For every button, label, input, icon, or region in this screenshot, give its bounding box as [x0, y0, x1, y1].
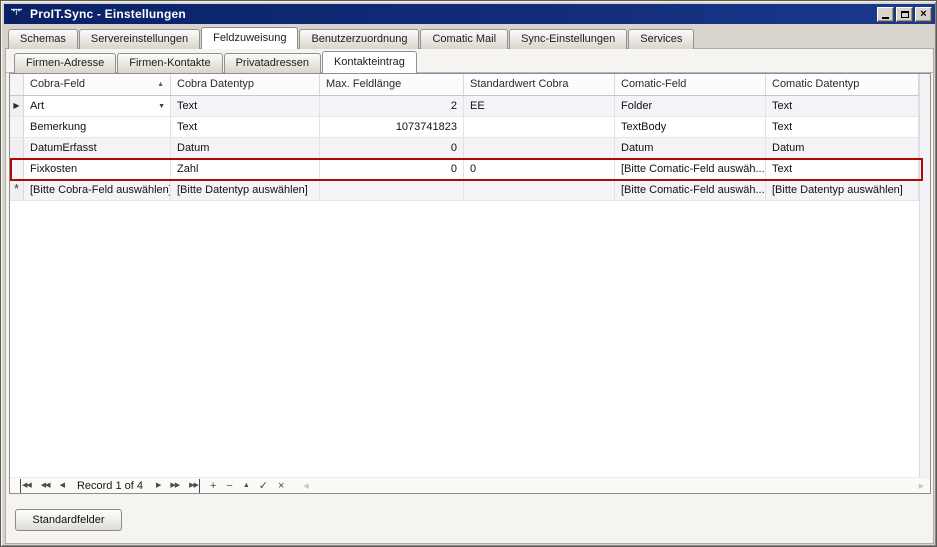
column-header-comatic-feld[interactable]: Comatic-Feld — [615, 74, 766, 95]
nav-first-button[interactable]: ◀◀ — [20, 478, 32, 493]
nav-edit-button[interactable]: ▲ — [243, 479, 250, 493]
cell-cobra-datentyp[interactable]: Text — [171, 117, 320, 137]
cell-comatic-datentyp[interactable]: Text — [766, 159, 919, 179]
new-row-indicator: * — [10, 180, 24, 200]
maximize-button[interactable] — [896, 7, 913, 22]
grid-header-row: Cobra-Feld ▲ Cobra Datentyp Max. Feldlän… — [10, 74, 930, 96]
cell-cobra-feld[interactable]: Fixkosten — [24, 159, 171, 179]
hscroll-right-arrow[interactable]: ▶ — [919, 482, 924, 490]
nav-cancel-button[interactable]: × — [278, 479, 284, 493]
cell-max-feldlaenge[interactable]: 0 — [320, 138, 464, 158]
field-mapping-grid: Cobra-Feld ▲ Cobra Datentyp Max. Feldlän… — [9, 73, 931, 494]
dropdown-icon[interactable]: ▼ — [158, 103, 165, 110]
table-row: Bemerkung Text 1073741823 TextBody Text — [10, 117, 930, 138]
table-row-new: * [Bitte Cobra-Feld auswählen] [Bitte Da… — [10, 180, 930, 201]
cell-standardwert-cobra[interactable] — [464, 138, 615, 158]
cell-comatic-feld[interactable]: TextBody — [615, 117, 766, 137]
app-icon — [11, 8, 22, 21]
hscroll-left-arrow[interactable]: ◀ — [303, 482, 308, 490]
cell-standardwert-cobra[interactable]: 0 — [464, 159, 615, 179]
table-row-highlighted: Fixkosten Zahl 0 0 [Bitte Comatic-Feld a… — [10, 159, 930, 180]
grid-right-filler — [919, 74, 930, 477]
column-header-max-feldlaenge[interactable]: Max. Feldlänge — [320, 74, 464, 95]
cell-comatic-datentyp[interactable]: Text — [766, 96, 919, 116]
column-header-standardwert-cobra[interactable]: Standardwert Cobra — [464, 74, 615, 95]
cell-comatic-feld[interactable]: [Bitte Comatic-Feld auswäh... — [615, 159, 766, 179]
app-window: ProIT.Sync - Einstellungen × Schemas Serv… — [0, 0, 937, 547]
cell-max-feldlaenge[interactable]: 2 — [320, 96, 464, 116]
tab-firmen-adresse[interactable]: Firmen-Adresse — [14, 53, 117, 73]
standardfelder-button[interactable]: Standardfelder — [15, 509, 122, 531]
current-row-icon: ▶ — [13, 101, 20, 110]
close-button[interactable]: × — [915, 7, 932, 22]
cell-max-feldlaenge[interactable]: 0 — [320, 159, 464, 179]
nav-last-button[interactable]: ▶▶ — [189, 478, 200, 493]
cell-max-feldlaenge[interactable] — [320, 180, 464, 200]
sort-ascending-icon: ▲ — [157, 81, 164, 88]
table-row: DatumErfasst Datum 0 Datum Datum — [10, 138, 930, 159]
cell-value: Art — [30, 100, 45, 112]
cell-max-feldlaenge[interactable]: 1073741823 — [320, 117, 464, 137]
nav-next-button[interactable]: ▶ — [156, 479, 161, 493]
record-navigator: ◀◀ ◀◀ ◀ Record 1 of 4 ▶ ▶▶ ▶▶ + − ▲ ✓ × … — [10, 477, 930, 493]
window-title: ProIT.Sync - Einstellungen — [30, 7, 186, 21]
cell-standardwert-cobra[interactable] — [464, 180, 615, 200]
column-header-cobra-feld[interactable]: Cobra-Feld ▲ — [24, 74, 171, 95]
cell-cobra-feld[interactable]: DatumErfasst — [24, 138, 171, 158]
cell-cobra-datentyp[interactable]: Zahl — [171, 159, 320, 179]
tab-firmen-kontakte[interactable]: Firmen-Kontakte — [117, 53, 223, 73]
maximize-icon — [900, 11, 909, 18]
cell-cobra-feld[interactable]: Bemerkung — [24, 117, 171, 137]
titlebar[interactable]: ProIT.Sync - Einstellungen × — [4, 4, 935, 24]
cell-comatic-feld[interactable]: Datum — [615, 138, 766, 158]
row-indicator-header — [10, 74, 24, 95]
tab-privatadressen[interactable]: Privatadressen — [223, 53, 321, 73]
cell-cobra-datentyp[interactable]: Text — [171, 96, 320, 116]
nav-prev-page-button[interactable]: ◀◀ — [41, 479, 51, 493]
column-header-cobra-datentyp[interactable]: Cobra Datentyp — [171, 74, 320, 95]
sub-tabstrip: Firmen-Adresse Firmen-Kontakte Privatadres… — [14, 51, 418, 73]
nav-next-page-button[interactable]: ▶▶ — [170, 479, 180, 493]
cell-standardwert-cobra[interactable] — [464, 117, 615, 137]
record-counter: Record 1 of 4 — [76, 479, 143, 492]
cell-comatic-feld[interactable]: Folder — [615, 96, 766, 116]
tab-feldzuweisung[interactable]: Feldzuweisung — [201, 27, 299, 49]
tab-services[interactable]: Services — [628, 29, 695, 49]
tab-kontakteintrag[interactable]: Kontakteintrag — [321, 51, 417, 73]
tab-sync-einstellungen[interactable]: Sync-Einstellungen — [509, 29, 628, 49]
window-controls: × — [877, 7, 932, 22]
tab-benutzerzuordnung[interactable]: Benutzerzuordnung — [299, 29, 420, 49]
nav-add-button[interactable]: + — [210, 479, 216, 493]
main-tabstrip: Schemas Servereinstellungen Feldzuweisung B… — [8, 27, 695, 49]
cell-comatic-datentyp[interactable]: Text — [766, 117, 919, 137]
new-row-icon: * — [13, 181, 20, 196]
cell-cobra-feld[interactable]: Art ▼ — [24, 96, 171, 116]
close-icon: × — [920, 7, 927, 20]
nav-delete-button[interactable]: − — [226, 479, 232, 493]
cell-standardwert-cobra[interactable]: EE — [464, 96, 615, 116]
table-row: ▶ Art ▼ Text 2 EE Folder Text — [10, 96, 930, 117]
tab-schemas[interactable]: Schemas — [8, 29, 78, 49]
row-indicator — [10, 159, 24, 179]
cell-comatic-datentyp[interactable]: [Bitte Datentyp auswählen] — [766, 180, 919, 200]
column-header-comatic-datentyp[interactable]: Comatic Datentyp — [766, 74, 919, 95]
cell-cobra-datentyp[interactable]: Datum — [171, 138, 320, 158]
minimize-icon — [882, 17, 889, 19]
current-row-indicator: ▶ — [10, 96, 24, 116]
row-indicator — [10, 138, 24, 158]
cell-cobra-datentyp[interactable]: [Bitte Datentyp auswählen] — [171, 180, 320, 200]
tab-servereinstellungen[interactable]: Servereinstellungen — [78, 29, 201, 49]
cell-comatic-feld[interactable]: [Bitte Comatic-Feld auswäh... — [615, 180, 766, 200]
cell-cobra-feld[interactable]: [Bitte Cobra-Feld auswählen] — [24, 180, 171, 200]
tab-comatic-mail[interactable]: Comatic Mail — [420, 29, 509, 49]
nav-accept-button[interactable]: ✓ — [259, 479, 268, 493]
minimize-button[interactable] — [877, 7, 894, 22]
cell-comatic-datentyp[interactable]: Datum — [766, 138, 919, 158]
column-header-label: Cobra-Feld — [30, 78, 86, 90]
row-indicator — [10, 117, 24, 137]
nav-prev-button[interactable]: ◀ — [60, 479, 65, 493]
